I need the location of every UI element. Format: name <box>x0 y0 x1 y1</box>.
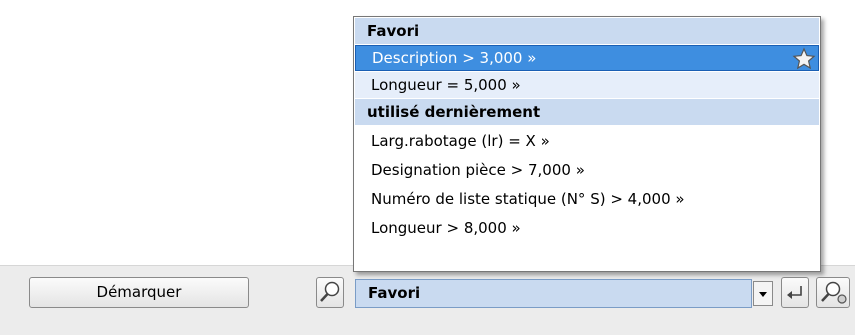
search-button[interactable] <box>316 277 344 308</box>
apply-filter-button[interactable] <box>781 277 809 308</box>
unmark-button[interactable]: Démarquer <box>29 277 249 308</box>
list-item-label: Description > 3,000 » <box>372 49 537 67</box>
search-settings-button[interactable] <box>816 277 850 308</box>
recent-header: utilisé dernièrement <box>355 99 819 125</box>
recent-item-designation-piece[interactable]: Designation pièce > 7,000 » <box>355 157 819 183</box>
favorites-header: Favori <box>355 18 819 44</box>
favorite-item-description[interactable]: Description > 3,000 » <box>355 45 819 71</box>
enter-icon <box>787 286 802 299</box>
favorite-item-longueur[interactable]: Longueur = 5,000 » <box>355 72 819 98</box>
recent-item-larg-rabotage[interactable]: Larg.rabotage (lr) = X » <box>355 128 819 154</box>
list-item-label: Numéro de liste statique (N° S) > 4,000 … <box>371 190 685 208</box>
filter-combobox[interactable]: Favori <box>355 279 752 308</box>
filter-dropdown-arrow[interactable] <box>753 281 773 306</box>
list-item-label: Larg.rabotage (lr) = X » <box>371 132 550 150</box>
recent-item-longueur[interactable]: Longueur > 8,000 » <box>355 215 819 241</box>
list-item-label: Designation pièce > 7,000 » <box>371 161 585 179</box>
chevron-down-icon <box>759 292 767 297</box>
star-icon[interactable] <box>792 47 816 71</box>
search-settings-icon <box>821 281 847 304</box>
filter-dropdown-list: Favori Description > 3,000 » Longueur = … <box>353 16 821 272</box>
search-icon <box>320 281 340 302</box>
recent-item-numero-liste[interactable]: Numéro de liste statique (N° S) > 4,000 … <box>355 186 819 212</box>
list-item-label: Longueur > 8,000 » <box>371 219 521 237</box>
list-item-label: Longueur = 5,000 » <box>371 76 521 94</box>
